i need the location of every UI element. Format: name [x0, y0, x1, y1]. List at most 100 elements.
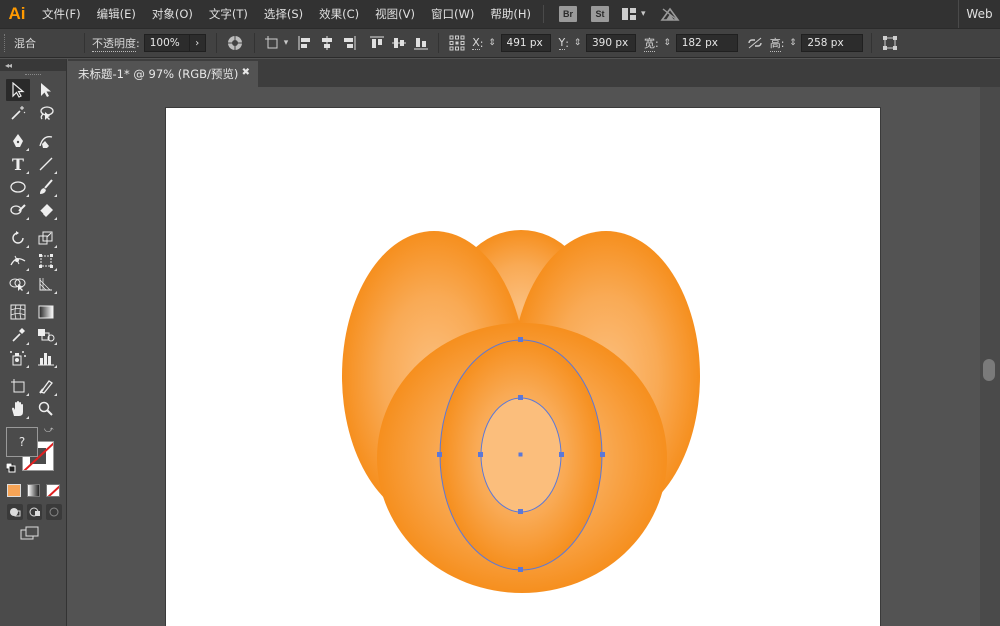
chevron-down-icon[interactable]: ▾ [284, 38, 289, 48]
width-stepper[interactable]: ⇕ [662, 34, 673, 52]
shaper-tool-icon[interactable] [6, 199, 30, 221]
align-to-selection-icon[interactable] [262, 32, 284, 54]
bridge-button[interactable]: Br [558, 6, 577, 22]
line-segment-tool-icon[interactable] [34, 153, 58, 175]
gradient-tool-icon[interactable] [34, 301, 58, 323]
align-horizontal-center-icon[interactable] [316, 32, 338, 54]
menu-window[interactable]: 窗口(W) [423, 6, 482, 22]
menu-file[interactable]: 文件(F) [34, 6, 89, 22]
document-tab[interactable]: 未标题-1* @ 97% (RGB/预览) ✖ [68, 61, 258, 87]
align-right-icon[interactable] [338, 32, 360, 54]
paintbrush-tool-icon[interactable] [34, 176, 58, 198]
width-field[interactable]: 182 px [675, 34, 738, 52]
default-fill-stroke-icon[interactable] [5, 462, 16, 473]
curvature-tool-icon[interactable] [34, 130, 58, 152]
scrollbar-thumb[interactable] [983, 359, 995, 381]
vertical-scrollbar[interactable] [980, 87, 1000, 626]
scale-tool-icon[interactable] [34, 227, 58, 249]
draw-behind-icon[interactable] [26, 504, 43, 520]
gpu-performance-icon[interactable] [659, 6, 680, 22]
perspective-grid-tool-icon[interactable] [34, 273, 58, 295]
transform-icon[interactable] [879, 32, 901, 54]
gradient-mode-button[interactable] [26, 483, 41, 497]
height-stepper[interactable]: ⇕ [787, 34, 798, 52]
align-vertical-center-icon[interactable] [388, 32, 410, 54]
align-top-icon[interactable] [366, 32, 388, 54]
menu-edit[interactable]: 编辑(E) [89, 6, 144, 22]
symbol-sprayer-tool-icon[interactable] [6, 347, 30, 369]
height-label[interactable]: 高 [769, 35, 781, 52]
y-stepper[interactable]: ⇕ [572, 34, 583, 52]
pen-tool-icon[interactable] [6, 130, 30, 152]
opacity-label[interactable]: 不透明度 [92, 35, 136, 52]
tools-panel-grip[interactable] [0, 71, 66, 79]
opacity-field[interactable]: 100% [143, 34, 190, 52]
workspace-switcher[interactable]: Web [958, 0, 1000, 28]
menu-help[interactable]: 帮助(H) [482, 6, 539, 22]
menu-bar: Ai 文件(F) 编辑(E) 对象(O) 文字(T) 选择(S) 效果(C) 视… [0, 0, 1000, 28]
draw-normal-icon[interactable] [7, 504, 23, 520]
reference-point-icon[interactable] [446, 32, 468, 54]
rotate-tool-icon[interactable] [6, 227, 30, 249]
separator [253, 33, 255, 53]
slice-tool-icon[interactable] [34, 375, 58, 397]
menu-view[interactable]: 视图(V) [367, 6, 423, 22]
control-bar: 混合 不透明度 : 100% › ▾ X : ⇕ 491 px Y : ⇕ 39… [0, 28, 1000, 58]
menu-object[interactable]: 对象(O) [144, 6, 201, 22]
close-icon[interactable]: ✖ [242, 67, 250, 78]
height-colon: : [780, 36, 785, 50]
swap-fill-stroke-icon[interactable]: ⤻ [44, 425, 54, 435]
artboard[interactable] [166, 108, 880, 626]
separator [215, 33, 217, 53]
lasso-tool-icon[interactable] [34, 102, 58, 124]
opacity-arrow-button[interactable]: › [189, 34, 206, 52]
column-graph-tool-icon[interactable] [34, 347, 58, 369]
magic-wand-tool-icon[interactable] [6, 102, 30, 124]
width-colon: : [654, 36, 659, 50]
eyedropper-tool-icon[interactable] [6, 324, 30, 346]
draw-inside-icon[interactable] [46, 504, 63, 520]
width-tool-icon[interactable] [6, 250, 30, 272]
canvas[interactable] [68, 87, 980, 626]
separator [871, 33, 873, 53]
zoom-tool-icon[interactable] [34, 398, 58, 420]
type-tool-icon[interactable]: T [6, 153, 30, 175]
color-mode-button[interactable] [7, 483, 21, 497]
y-label[interactable]: Y [558, 36, 566, 50]
shape-builder-tool-icon[interactable] [6, 273, 30, 295]
hand-tool-icon[interactable] [6, 398, 30, 420]
document-tab-bar: 未标题-1* @ 97% (RGB/预览) ✖ [68, 59, 1000, 87]
stock-button[interactable]: St [590, 6, 609, 22]
y-field[interactable]: 390 px [585, 34, 636, 52]
fill-swatch[interactable]: ? [6, 427, 38, 457]
x-label[interactable]: X [472, 36, 480, 50]
constrain-proportions-icon[interactable] [744, 32, 766, 54]
chevron-down-icon[interactable]: ▾ [641, 9, 646, 19]
free-transform-tool-icon[interactable] [34, 250, 58, 272]
artboard-tool-icon[interactable] [6, 375, 30, 397]
mesh-tool-icon[interactable] [6, 301, 30, 323]
arrange-documents-icon[interactable] [621, 8, 636, 20]
artwork[interactable] [166, 108, 880, 626]
menu-select[interactable]: 选择(S) [256, 6, 311, 22]
x-stepper[interactable]: ⇕ [487, 34, 498, 52]
selection-tool-icon[interactable] [6, 79, 30, 101]
blend-mode-label[interactable]: 混合 [14, 35, 36, 51]
menu-type[interactable]: 文字(T) [201, 6, 256, 22]
tools-panel-collapse[interactable]: ◂◂ [0, 59, 66, 71]
direct-selection-tool-icon[interactable] [34, 79, 58, 101]
menu-effect[interactable]: 效果(C) [311, 6, 367, 22]
opacity-colon: : [136, 36, 140, 50]
blend-tool-icon[interactable] [34, 324, 58, 346]
screen-mode-icon[interactable] [20, 526, 40, 543]
ellipse-tool-icon[interactable] [6, 176, 30, 198]
none-mode-button[interactable] [46, 483, 61, 497]
eraser-tool-icon[interactable] [34, 199, 58, 221]
control-bar-grip[interactable] [4, 34, 8, 52]
width-label[interactable]: 宽 [643, 35, 655, 52]
x-field[interactable]: 491 px [500, 34, 551, 52]
align-bottom-icon[interactable] [410, 32, 432, 54]
recolor-artwork-icon[interactable] [224, 32, 246, 54]
height-field[interactable]: 258 px [801, 34, 864, 52]
align-left-icon[interactable] [294, 32, 316, 54]
